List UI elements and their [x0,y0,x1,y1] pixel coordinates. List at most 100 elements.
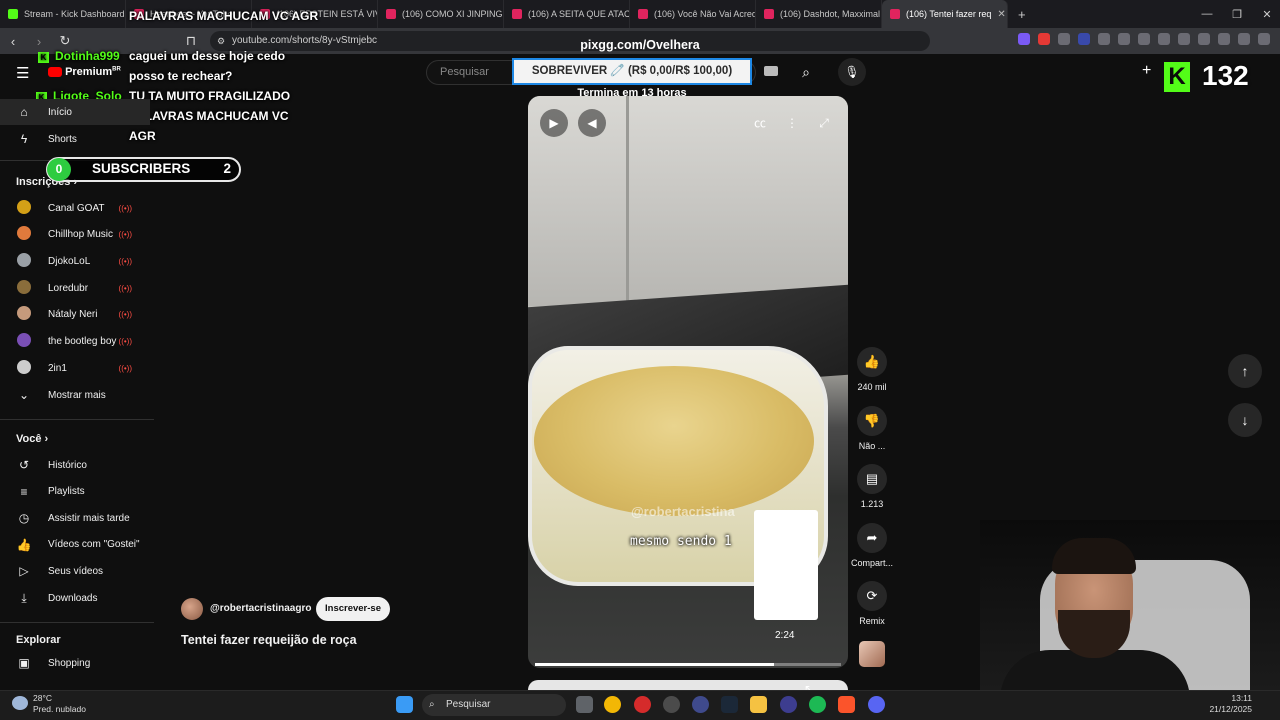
thumbs-down-icon[interactable]: 👎 [857,405,887,436]
thumbs-up-icon[interactable]: 👍 [857,347,887,377]
shopping-icon: ▣ [18,656,30,670]
channel-avatar[interactable] [181,598,203,620]
shield-icon[interactable] [1238,33,1250,45]
weather-icon[interactable] [12,696,28,710]
menu-icon[interactable] [1258,33,1270,45]
window-controls: — ❐ ✕ [1192,0,1280,28]
action-label: 240 mil [857,382,887,392]
share-icon[interactable]: ➦ [857,522,887,553]
volume-icon[interactable]: ◀ [578,109,606,137]
microphone-icon[interactable]: 🎙 [838,58,866,86]
more-options-icon[interactable]: ⋮ [778,109,806,137]
steam-icon[interactable] [721,696,738,713]
next-short-button[interactable]: ↓ [1228,403,1262,437]
show-more-button[interactable]: ⌄ Mostrar mais [0,382,150,408]
sidebar-item[interactable]: ▷ Seus vídeos [0,558,150,584]
play-icon[interactable]: ▶ [540,109,568,137]
taskbar-clock[interactable]: 13:11 21/12/2025 [1206,693,1252,715]
sidebar-icon[interactable] [1178,33,1190,45]
share-action[interactable]: ➦ Compart... [850,522,894,568]
avatar [17,306,31,321]
app-icon[interactable] [663,696,680,713]
sidebar-item[interactable]: ▣ Shopping [0,650,150,676]
sidebar-item[interactable]: ϟ Shorts [0,126,150,152]
sidebar-item[interactable]: 👍 Vídeos com "Gostei" [0,532,150,558]
music-icon[interactable] [1158,33,1170,45]
taskbar-search[interactable]: ⌕ Pesquisar [422,694,566,716]
remix-icon[interactable]: ⟳ [857,581,887,611]
file-explorer-icon[interactable] [750,696,767,713]
close-window-icon[interactable]: ✕ [1252,8,1280,21]
sidebar-item[interactable]: DjokoLoL ((•)) [0,248,150,274]
extension-icon[interactable] [1078,33,1090,45]
sidebar-item[interactable]: ◷ Assistir mais tarde [0,505,150,531]
channel-thumbnail[interactable] [859,641,885,667]
action-label: 1.213 [860,499,884,509]
you-title[interactable]: Você › [16,433,48,445]
app-icon[interactable] [780,696,797,713]
back-icon[interactable]: ‹ [0,34,26,49]
short-video-player[interactable]: ▶ ◀ ㏄ ⋮ ⤢ @robertacristina mesmo sendo 1 [528,96,848,668]
sidebar-item[interactable]: 2in1 ((•)) [0,355,150,381]
video-progress-bar[interactable] [535,663,841,666]
app-icon[interactable] [692,696,709,713]
spotify-icon[interactable] [809,696,826,713]
brave-icon[interactable] [838,696,855,713]
sidebar-item[interactable]: Nátaly Neri ((•)) [0,302,150,328]
captions-icon[interactable]: ㏄ [746,109,774,137]
sidebar-divider [0,419,154,420]
ai-icon[interactable] [1218,33,1230,45]
start-windows-icon[interactable] [396,696,413,713]
sidebar-item-label: Histórico [48,459,87,471]
browser-tab[interactable]: (106) Tentei fazer req ✕ [882,0,1008,28]
extension-icon[interactable] [1058,33,1070,45]
sidebar-item[interactable]: Canal GOAT ((•)) [0,195,150,221]
sidebar-item[interactable]: the bootleg boy ((•)) [0,329,150,355]
sidebar-item[interactable]: Loredubr ((•)) [0,275,150,301]
browser-tab[interactable]: Stream - Kick Dashboard [0,0,126,28]
comment-action[interactable]: ▤ 1.213 [850,464,894,509]
subscribe-button[interactable]: Inscrever-se [316,597,390,621]
extension-icon[interactable] [1098,33,1110,45]
extension-icon[interactable] [1018,33,1030,45]
previous-short-button[interactable]: ↑ [1228,354,1262,388]
sidebar-item[interactable]: ↺ Histórico [0,452,150,478]
minimize-icon[interactable]: — [1192,8,1222,20]
wallet-icon[interactable] [1198,33,1210,45]
discord-icon[interactable] [868,696,885,713]
search-icon[interactable]: ⌕ [788,60,824,85]
extension-icon[interactable] [1038,33,1050,45]
channel-name[interactable]: @robertacristinaagro [210,603,311,614]
comment-icon[interactable]: ▤ [857,464,887,494]
keyboard-icon[interactable] [764,66,778,76]
sidebar-item[interactable]: Chillhop Music ((•)) [0,222,150,248]
sidebar-item[interactable]: ⤓ Downloads [0,585,150,611]
browser-tab[interactable]: (106) Dashdot, Maxximal [756,0,882,28]
new-tab-button[interactable]: + [1008,7,1036,22]
video-progress-fill [535,663,774,666]
sidebar-item[interactable]: ≡ Playlists [0,479,150,505]
sidebar-item-label: Chillhop Music [48,229,114,241]
thumbs-up-action[interactable]: 👍 240 mil [850,347,894,392]
puzzle-icon[interactable] [1118,33,1130,45]
premium-badge: PremiumBR [48,66,121,78]
fullscreen-icon[interactable]: ⤢ [810,109,838,137]
extension-icon[interactable] [1138,33,1150,45]
sidebar-item-label: Assistir mais tarde [48,512,130,524]
task-view-icon[interactable] [576,696,593,713]
weather-widget[interactable]: 28°C Pred. nublado [33,693,86,715]
browser-tab[interactable]: (106) COMO XI JINPING C [378,0,504,28]
browser-tab[interactable]: (106) Você Não Vai Acredi [630,0,756,28]
channel-avatar [0,306,48,323]
browser-tab[interactable]: (106) A SEITA QUE ATACO [504,0,630,28]
thumbs-down-action[interactable]: 👎 Não ... [850,405,894,451]
opera-icon[interactable] [634,696,651,713]
sidebar-item-label: Shorts [48,133,77,145]
remix-action[interactable]: ⟳ Remix [850,581,894,626]
close-tab-icon[interactable]: ✕ [997,9,1005,20]
maximize-icon[interactable]: ❐ [1222,8,1252,21]
create-plus-icon[interactable]: + [1142,62,1151,80]
chrome-icon[interactable] [604,696,621,713]
sidebar-item[interactable]: ⌂ Início [0,99,150,125]
hamburger-menu-icon[interactable]: ☰ [16,64,29,82]
